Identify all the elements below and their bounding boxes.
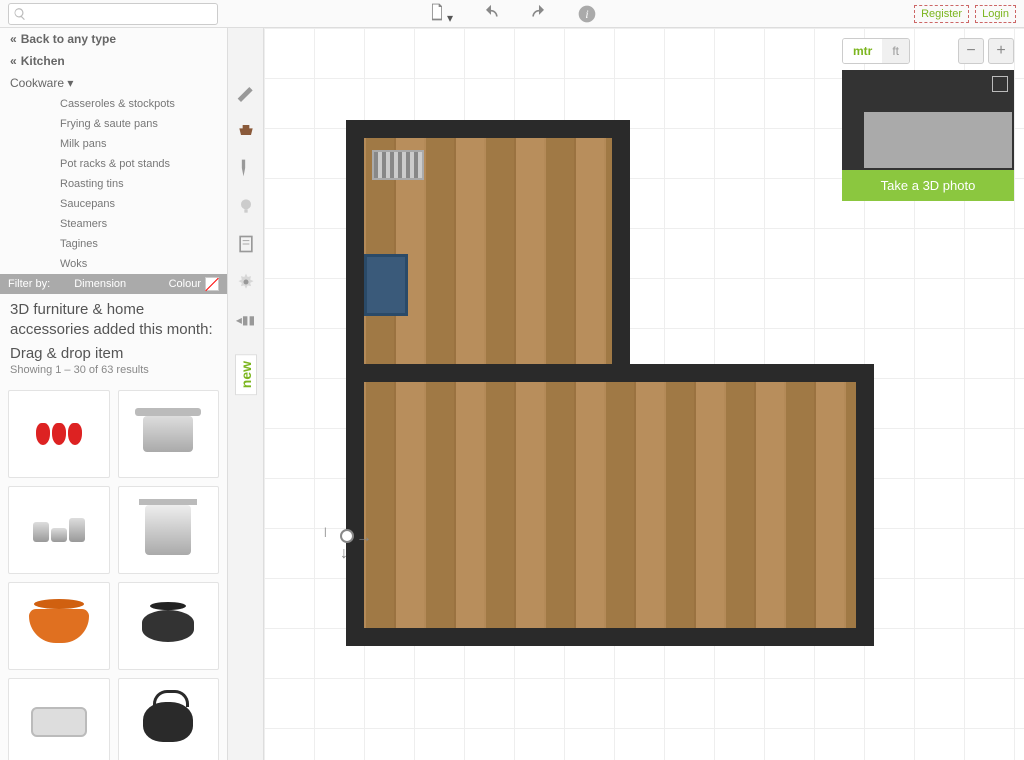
item-casserole-dark[interactable]: [118, 582, 220, 670]
take-3d-photo-button[interactable]: Take a 3D photo: [842, 170, 1014, 201]
login-button[interactable]: Login: [975, 5, 1016, 23]
redo-icon[interactable]: [529, 4, 549, 24]
search-box[interactable]: [8, 3, 218, 25]
nav-sub-potracks[interactable]: Pot racks & pot stands: [0, 154, 227, 174]
nav-sub-milk[interactable]: Milk pans: [0, 134, 227, 154]
tool-furniture-icon[interactable]: [234, 118, 258, 142]
filter-colour[interactable]: Colour: [169, 277, 219, 291]
tool-light-icon[interactable]: [234, 194, 258, 218]
tool-notes-icon[interactable]: [234, 232, 258, 256]
filter-bar: Filter by: Dimension Colour: [0, 274, 227, 294]
filter-dimension[interactable]: Dimension: [74, 278, 126, 290]
tool-paint-icon[interactable]: [234, 156, 258, 180]
search-input[interactable]: [31, 7, 213, 21]
unit-mtr[interactable]: mtr: [843, 39, 882, 63]
item-peppers[interactable]: [8, 390, 110, 478]
undo-icon[interactable]: [481, 4, 501, 24]
right-panel: mtr ft − + Take a 3D photo: [842, 38, 1014, 201]
colour-swatch-none-icon: [205, 277, 219, 291]
nav-sub-casseroles[interactable]: Casseroles & stockpots: [0, 94, 227, 114]
search-icon: [13, 7, 27, 21]
sidebar-heading: 3D furniture & home accessories added th…: [0, 294, 227, 339]
nav-sub-saucepans[interactable]: Saucepans: [0, 194, 227, 214]
svg-text:i: i: [585, 8, 588, 21]
sidebar: Back to any type Kitchen Cookware ▾ Cass…: [0, 28, 228, 760]
new-doc-icon[interactable]: ▾: [427, 2, 453, 25]
nav-cookware[interactable]: Cookware ▾: [0, 72, 227, 94]
nav-sub-steamers[interactable]: Steamers: [0, 214, 227, 234]
unit-ft[interactable]: ft: [882, 39, 909, 63]
zoom-out-button[interactable]: −: [958, 38, 984, 64]
item-casserole-orange[interactable]: [8, 582, 110, 670]
nav-sub-frying[interactable]: Frying & saute pans: [0, 114, 227, 134]
filter-label: Filter by:: [8, 278, 50, 290]
item-pan-set[interactable]: [8, 486, 110, 574]
nav-sub-tagines[interactable]: Tagines: [0, 234, 227, 254]
preview-3d[interactable]: [842, 70, 1014, 170]
item-saucepan[interactable]: [118, 390, 220, 478]
camera-compass[interactable]: → ↓ |: [326, 523, 370, 567]
toolrail: ◂▮▮ new: [228, 28, 264, 760]
tool-settings-icon[interactable]: [234, 270, 258, 294]
unit-toggle: mtr ft: [842, 38, 910, 64]
register-button[interactable]: Register: [914, 5, 969, 23]
item-kettle[interactable]: [118, 678, 220, 760]
vent-object[interactable]: [372, 150, 424, 180]
item-tray[interactable]: [8, 678, 110, 760]
drag-drop-label: Drag & drop item: [0, 339, 227, 364]
nav-sub-woks[interactable]: Woks: [0, 254, 227, 274]
nav-sub-roasting[interactable]: Roasting tins: [0, 174, 227, 194]
canvas[interactable]: → ↓ | mtr ft − + Take a 3D photo: [264, 28, 1024, 760]
results-count: Showing 1 – 30 of 63 results: [0, 364, 227, 382]
tool-walls-icon[interactable]: [234, 80, 258, 104]
window-object[interactable]: [364, 254, 408, 316]
toolrail-new[interactable]: new: [235, 354, 257, 395]
nav-back[interactable]: Back to any type: [0, 28, 227, 50]
item-stockpot[interactable]: [118, 486, 220, 574]
zoom-in-button[interactable]: +: [988, 38, 1014, 64]
nav-kitchen[interactable]: Kitchen: [0, 50, 227, 72]
info-icon[interactable]: i: [577, 4, 597, 24]
fullscreen-icon[interactable]: [992, 76, 1008, 92]
tool-collapse-icon[interactable]: ◂▮▮: [234, 308, 258, 332]
